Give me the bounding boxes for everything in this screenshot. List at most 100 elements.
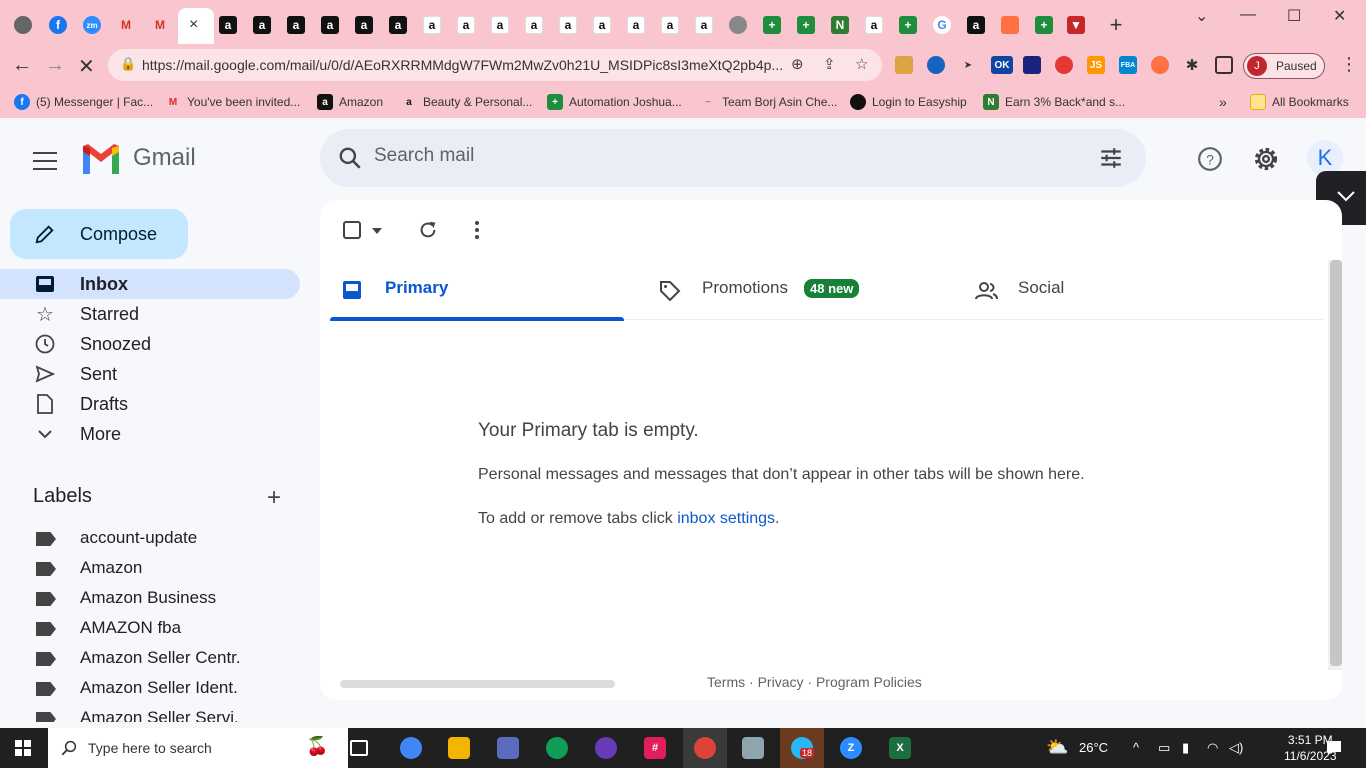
forward-button[interactable]: → [45, 54, 65, 77]
taskbar-zoom-active[interactable]: 18 [780, 728, 824, 768]
tab-chrome-icon[interactable] [14, 16, 32, 34]
extension-pokeball-icon[interactable] [1055, 56, 1073, 74]
horizontal-scrollbar[interactable] [340, 680, 615, 688]
tab-globe-icon[interactable] [729, 16, 747, 34]
tab-amazon-icon[interactable]: a [389, 16, 407, 34]
extension-ok-icon[interactable]: OK [991, 56, 1013, 74]
bookmark-amazon[interactable]: a Amazon [317, 94, 383, 110]
terms-link[interactable]: Terms [707, 674, 745, 690]
edge-icon[interactable] [546, 737, 568, 759]
tab-amazon-smile-icon[interactable]: a [559, 16, 577, 34]
bookmark-invited[interactable]: M You've been invited... [165, 94, 300, 110]
more-options-icon[interactable] [467, 219, 487, 241]
sidebar-item-starred[interactable]: ☆ Starred [0, 299, 300, 329]
tab-amazon-smile-icon[interactable]: a [695, 16, 713, 34]
extension-honey-icon[interactable] [895, 56, 913, 74]
maximize-button[interactable]: ☐ [1287, 6, 1301, 26]
vertical-scrollbar[interactable] [1328, 260, 1342, 670]
inbox-settings-link[interactable]: inbox settings [677, 510, 775, 527]
slack-icon[interactable]: # [644, 737, 666, 759]
meet-now-icon[interactable]: ▭ [1158, 740, 1170, 756]
sidebar-item-snoozed[interactable]: Snoozed [0, 329, 300, 359]
taskbar-chrome-active[interactable] [683, 728, 727, 768]
share-icon[interactable]: ⇪ [823, 55, 836, 73]
tab-amazon-smile-icon[interactable]: a [457, 16, 475, 34]
label-item[interactable]: Amazon Seller Servi. [0, 704, 300, 722]
tab-primary[interactable]: Primary [330, 260, 624, 321]
tab-facebook-icon[interactable]: f [49, 16, 67, 34]
sidebar-item-more[interactable]: More [0, 419, 300, 449]
minimize-button[interactable]: — [1240, 6, 1256, 24]
settings-gear-icon[interactable] [1252, 145, 1280, 173]
extensions-puzzle-icon[interactable]: ✱ [1183, 56, 1201, 74]
extension-orange-icon[interactable] [1151, 56, 1169, 74]
all-bookmarks[interactable]: All Bookmarks [1250, 94, 1349, 110]
tray-chevron-icon[interactable]: ^ [1133, 740, 1139, 755]
label-item[interactable]: account-update [0, 524, 300, 554]
privacy-link[interactable]: Privacy [758, 674, 804, 690]
url-text[interactable]: https://mail.google.com/mail/u/0/d/AEoRX… [142, 57, 792, 73]
add-label-button[interactable]: + [267, 484, 281, 512]
tab-triangle-icon[interactable]: ▼ [1067, 16, 1085, 34]
label-item[interactable]: Amazon Business [0, 584, 300, 614]
tab-amazon-icon[interactable]: a [253, 16, 271, 34]
tab-amazon-smile-icon[interactable]: a [593, 16, 611, 34]
tab-n-icon[interactable]: N [831, 16, 849, 34]
tab-zoom-icon[interactable]: zm [83, 16, 101, 34]
excel-icon[interactable]: X [889, 737, 911, 759]
chrome-menu-icon[interactable]: ⋮ [1340, 54, 1358, 75]
tab-gmail-icon-2[interactable]: M [151, 16, 169, 34]
tab-amazon-smile-icon[interactable]: a [525, 16, 543, 34]
tab-colorful-icon[interactable] [1001, 16, 1019, 34]
scrollbar-thumb[interactable] [1330, 260, 1342, 666]
taskbar-app-icon[interactable] [497, 737, 519, 759]
bookmark-messenger[interactable]: f (5) Messenger | Fac... [14, 94, 153, 110]
profile-button[interactable]: J Paused [1243, 53, 1325, 79]
tab-sheets-icon[interactable]: + [797, 16, 815, 34]
tab-amazon-icon[interactable]: a [355, 16, 373, 34]
help-icon[interactable]: ? [1197, 146, 1223, 172]
tab-close-icon[interactable]: × [189, 16, 198, 34]
tab-sheets-icon[interactable]: + [899, 16, 917, 34]
tab-gmail-icon[interactable]: M [117, 16, 135, 34]
tab-amazon-smile-icon[interactable]: a [865, 16, 883, 34]
tab-amazon-smile-icon[interactable]: a [423, 16, 441, 34]
lock-icon[interactable]: 🔒 [120, 56, 136, 72]
tab-promotions[interactable]: Promotions 48 new [647, 260, 941, 320]
notifications-icon[interactable] [1325, 739, 1343, 757]
bookmark-beauty[interactable]: a Beauty & Personal... [401, 94, 532, 110]
search-icon[interactable] [337, 145, 363, 171]
tab-search-icon[interactable]: ⌄ [1195, 6, 1208, 26]
sidebar-item-drafts[interactable]: Drafts [0, 389, 300, 419]
volume-icon[interactable]: ◁) [1229, 740, 1243, 756]
taskbar-chrome-icon[interactable] [400, 737, 422, 759]
bookmarks-more-button[interactable]: » [1219, 94, 1227, 110]
tab-amazon-smile-icon[interactable]: a [661, 16, 679, 34]
compose-button[interactable]: Compose [10, 209, 188, 259]
bookmark-earn[interactable]: N Earn 3% Back*and s... [983, 94, 1125, 110]
bookmark-star-icon[interactable]: ☆ [855, 55, 868, 73]
vpn-shield-icon[interactable] [595, 737, 617, 759]
extension-grid-icon[interactable] [1023, 56, 1041, 74]
select-all-checkbox[interactable] [342, 220, 362, 240]
label-item[interactable]: Amazon [0, 554, 300, 584]
stop-loading-button[interactable]: ✕ [78, 54, 95, 79]
search-input[interactable] [374, 145, 1074, 167]
wifi-icon[interactable]: ◠ [1207, 740, 1218, 756]
tab-sheets-icon[interactable]: + [763, 16, 781, 34]
tab-amazon-icon[interactable]: a [321, 16, 339, 34]
main-menu-icon[interactable] [33, 152, 57, 170]
tab-amazon-icon[interactable]: a [287, 16, 305, 34]
label-item[interactable]: Amazon Seller Centr. [0, 644, 300, 674]
file-explorer-icon[interactable] [448, 737, 470, 759]
new-tab-button[interactable]: + [1107, 12, 1125, 37]
bookmark-automation[interactable]: + Automation Joshua... [547, 94, 682, 110]
zoom-icon[interactable]: ⊕ [791, 55, 804, 73]
bookmark-team-borj[interactable]: ~ Team Borj Asin Che... [700, 94, 837, 110]
tab-amazon-smile-icon[interactable]: a [627, 16, 645, 34]
extension-blue-icon[interactable] [927, 56, 945, 74]
extension-js-icon[interactable]: JS [1087, 56, 1105, 74]
bookmark-easyship[interactable]: Login to Easyship [850, 94, 967, 110]
tab-sheets-icon[interactable]: + [1035, 16, 1053, 34]
address-bar[interactable]: 🔒 https://mail.google.com/mail/u/0/d/AEo… [108, 49, 882, 81]
